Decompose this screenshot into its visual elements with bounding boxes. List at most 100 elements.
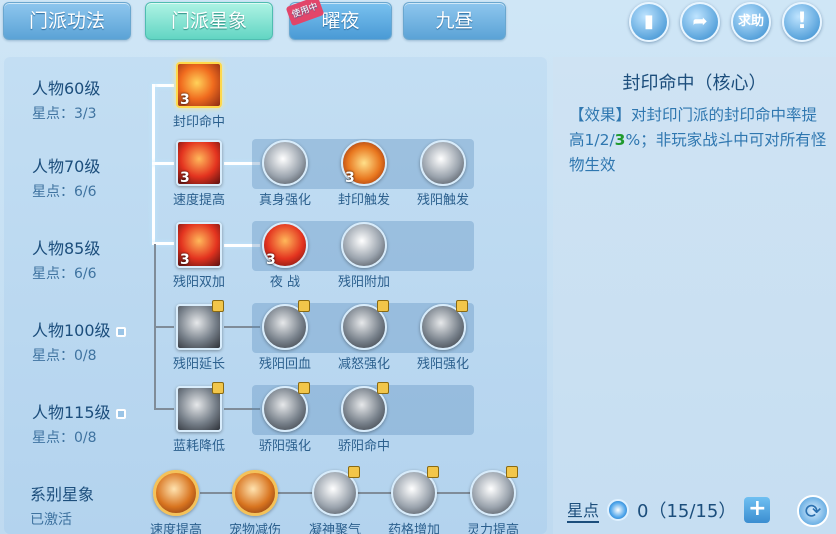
heal-icon — [262, 300, 310, 350]
sunset-icon — [420, 140, 466, 186]
lock-icon — [115, 408, 126, 419]
star-gem-icon — [607, 499, 630, 521]
faction-skill-pet[interactable]: 宠物减伤 — [225, 470, 285, 534]
sunset-strengthen-icon — [420, 300, 468, 350]
row-points: 星点：0/8 — [32, 348, 97, 364]
skill-anger-reduce[interactable]: 减怒强化 — [334, 300, 394, 372]
skill-sunset-double[interactable]: 3 残阳双加 — [169, 222, 229, 290]
row-level-text: 人物115级 — [32, 403, 111, 422]
tab-yaoye[interactable]: 曜夜 使用中 — [285, 0, 392, 40]
in-use-badge: 使用中 — [285, 0, 325, 27]
skill-name: 骄阳命中 — [337, 439, 390, 454]
speed-icon — [153, 470, 199, 516]
lock-icon — [377, 382, 389, 394]
lock-icon — [212, 300, 224, 312]
phoenix-icon — [262, 140, 308, 186]
star-points-label[interactable]: 星点 — [567, 497, 600, 523]
spirit-icon — [470, 466, 518, 516]
desc-highlight: 3 — [614, 131, 626, 149]
skill-name: 速度提高 — [172, 193, 225, 208]
row-points: 星点：3/3 — [32, 106, 97, 122]
skill-mana-reduce[interactable]: 蓝耗降低 — [169, 382, 229, 454]
skill-name: 速度提高 — [149, 523, 202, 534]
row-level: 人物115级 — [32, 399, 126, 423]
potion-icon — [391, 466, 439, 516]
row-100: 人物100级 星点：0/8 — [32, 317, 126, 365]
add-star-button[interactable]: + — [744, 497, 771, 523]
row-level: 人物100级 — [32, 317, 126, 341]
anger-icon — [341, 300, 389, 350]
lock-icon — [298, 382, 310, 394]
skill-true-body[interactable]: 真身强化 — [255, 140, 315, 208]
skill-sunset-extend[interactable]: 残阳延长 — [169, 300, 229, 372]
tab-faction-skills[interactable]: 门派功法 — [3, 2, 131, 40]
share-icon[interactable]: ➦ — [680, 2, 720, 42]
row-level-text: 人物100级 — [32, 321, 111, 340]
lock-icon — [298, 300, 310, 312]
skill-speed-up[interactable]: 3 速度提高 — [169, 140, 229, 208]
star-points-value: 0（15/15） — [637, 501, 737, 522]
skill-sunset-attach[interactable]: 残阳附加 — [334, 222, 394, 290]
book-icon[interactable]: ▮ — [629, 2, 669, 42]
skill-seal-trigger[interactable]: 3 封印触发 — [334, 140, 394, 208]
skill-name: 夜 战 — [269, 275, 301, 290]
skill-name: 残阳延长 — [172, 357, 225, 372]
skill-count: 3 — [266, 252, 276, 268]
faction-status: 已激活 — [30, 512, 72, 528]
help-button[interactable]: 求助 — [731, 2, 771, 42]
row-level: 人物70级 — [32, 157, 101, 176]
lock-icon — [377, 300, 389, 312]
faction-row: 系别星象 已激活 — [30, 481, 94, 529]
detail-description: 【效果】对封印门派的封印命中率提高1/2/3%；非玩家战斗中可对所有怪物生效 — [569, 103, 829, 178]
info-button[interactable]: ! — [782, 2, 822, 42]
skill-name: 残阳附加 — [337, 275, 390, 290]
skill-sunset-trigger[interactable]: 残阳触发 — [413, 140, 473, 208]
skill-name: 减怒强化 — [337, 357, 390, 372]
skill-sunset-strengthen[interactable]: 残阳强化 — [413, 300, 473, 372]
row-points: 星点：6/6 — [32, 266, 97, 282]
skill-detail-panel: 封印命中（核心） 【效果】对封印门派的封印命中率提高1/2/3%；非玩家战斗中可… — [553, 57, 836, 534]
row-115: 人物115级 星点：0/8 — [32, 399, 126, 447]
row-85: 人物85级 星点：6/6 — [32, 235, 100, 283]
skill-name: 骄阳强化 — [258, 439, 311, 454]
skill-name: 封印命中 — [172, 115, 225, 130]
row-points: 星点：0/8 — [32, 430, 97, 446]
skill-seal-hit[interactable]: 3 封印命中 — [169, 62, 229, 130]
row-level: 人物85级 — [32, 239, 101, 258]
lock-icon — [212, 382, 224, 394]
skill-count: 3 — [180, 92, 190, 108]
skill-sun-strengthen[interactable]: 骄阳强化 — [255, 382, 315, 454]
vortex-icon — [176, 382, 224, 432]
skill-name: 残阳触发 — [416, 193, 469, 208]
skill-name: 蓝耗降低 — [172, 439, 225, 454]
flame-burst-icon: 3 — [341, 140, 387, 186]
reset-icon[interactable]: ⟳ — [797, 495, 829, 527]
faction-skill-potion[interactable]: 药格增加 — [384, 466, 444, 534]
skill-name: 灵力提高 — [466, 523, 519, 534]
skill-night-battle[interactable]: 3 夜 战 — [255, 222, 315, 290]
tab-faction-constellation[interactable]: 门派星象 — [145, 2, 273, 40]
tab-jiuzhou[interactable]: 九昼 — [403, 2, 506, 40]
row-points: 星点：6/6 — [32, 184, 97, 200]
skill-sun-hit[interactable]: 骄阳命中 — [334, 382, 394, 454]
skill-name: 残阳双加 — [172, 275, 225, 290]
lock-icon — [456, 300, 468, 312]
skill-count: 3 — [180, 252, 190, 268]
lock-icon — [427, 466, 439, 478]
skill-name: 凝神聚气 — [308, 523, 361, 534]
faction-skill-spirit[interactable]: 灵力提高 — [463, 466, 523, 534]
skill-sunset-heal[interactable]: 残阳回血 — [255, 300, 315, 372]
pet-icon — [232, 470, 278, 516]
tab-yaoye-label: 曜夜 — [321, 10, 360, 32]
sun-icon — [262, 382, 310, 432]
fireball-icon: 3 — [176, 222, 222, 268]
focus-icon — [312, 466, 360, 516]
faction-skill-focus[interactable]: 凝神聚气 — [305, 466, 365, 534]
skill-name: 真身强化 — [258, 193, 311, 208]
skill-name: 宠物减伤 — [228, 523, 281, 534]
faction-skill-speed[interactable]: 速度提高 — [146, 470, 206, 534]
sunset-extend-icon — [176, 300, 224, 350]
detail-title: 封印命中（核心） — [622, 73, 767, 94]
skill-name: 残阳强化 — [416, 357, 469, 372]
lock-icon — [506, 466, 518, 478]
